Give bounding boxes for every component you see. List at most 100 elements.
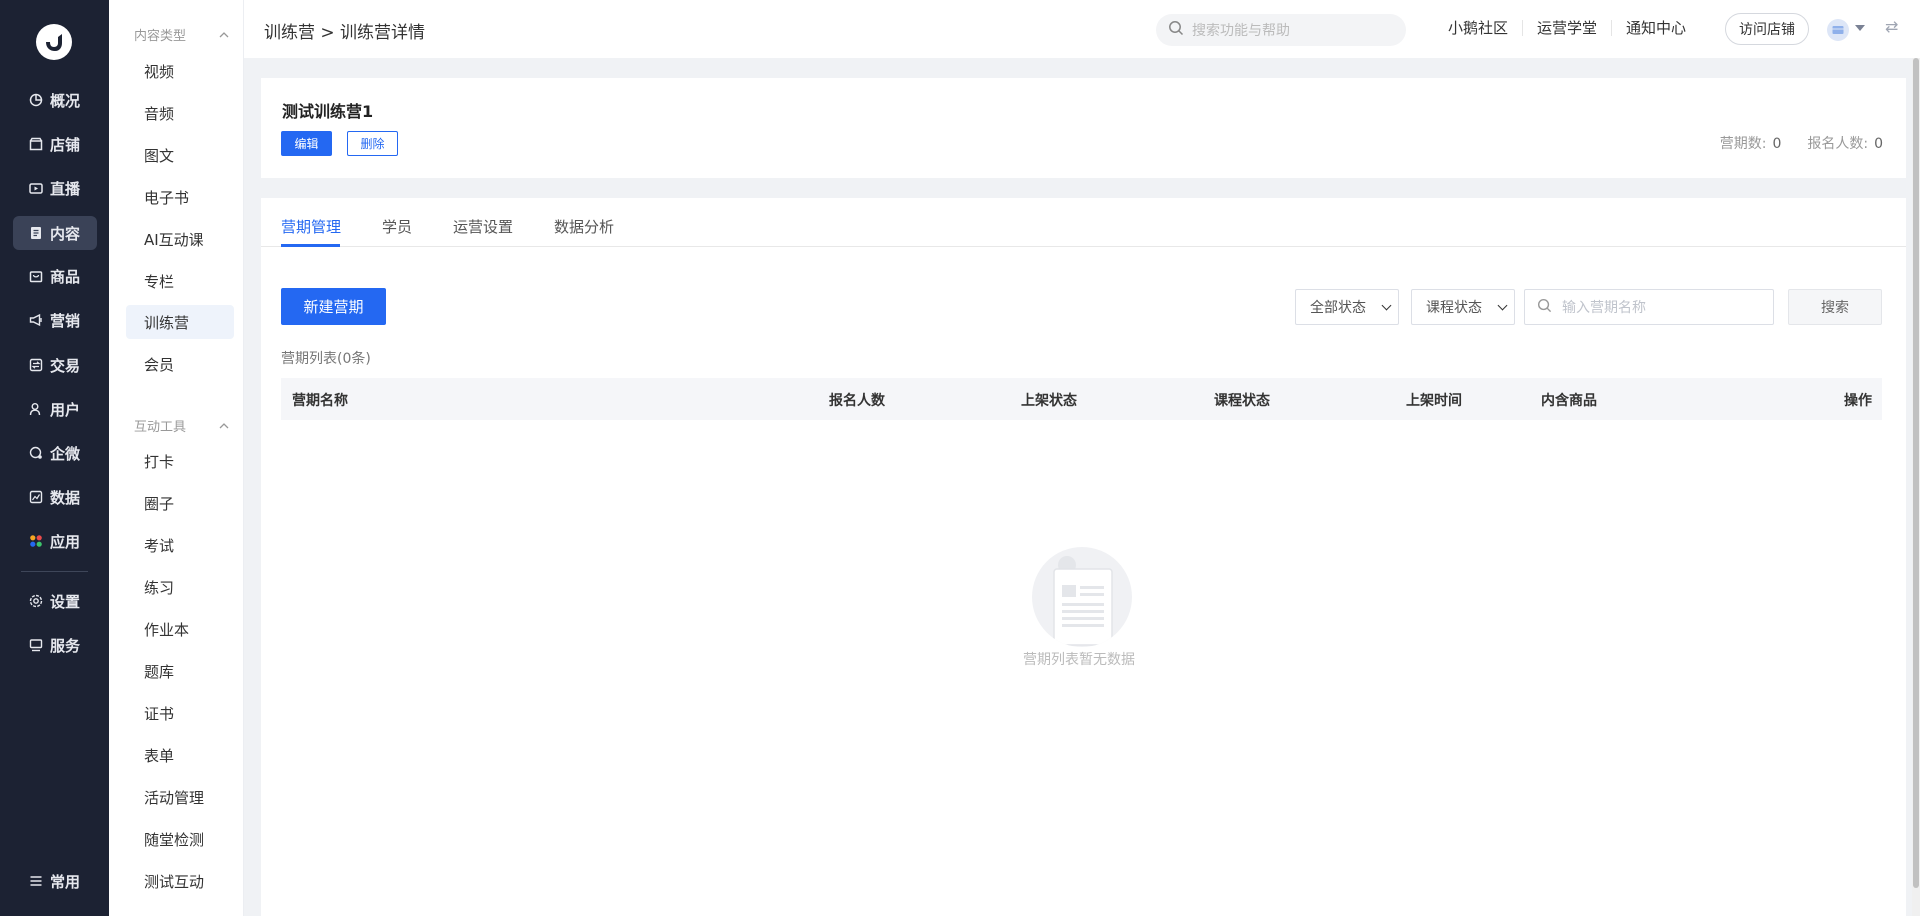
nav-item-settings[interactable]: 设置 [13,584,97,618]
nav-divider [21,571,88,572]
search-icon [1168,20,1184,40]
edit-button[interactable]: 编辑 [281,131,332,156]
column-header-course-status: 课程状态 [1214,393,1270,409]
tab-data-analysis[interactable]: 数据分析 [554,216,614,237]
nav-item-trade[interactable]: 交易 [13,348,97,382]
sidebar-item-checkin[interactable]: 打卡 [126,444,234,478]
sidebar-item-label: AI互动课 [144,230,204,249]
sidebar-item-activity[interactable]: 活动管理 [126,780,234,814]
periods-stat: 营期数: 0 [1720,133,1782,153]
avatar[interactable] [1827,19,1849,41]
nav-item-label: 用户 [50,400,81,419]
nav-item-apps[interactable]: 应用 [13,524,97,558]
header-links: 小鹅社区 运营学堂 通知中心 [1434,20,1700,36]
sidebar-item-label: 图文 [144,146,175,165]
sidebar-item-exam[interactable]: 考试 [126,528,234,562]
nav-item-overview[interactable]: 概况 [13,83,97,117]
switch-icon[interactable]: ⇄ [1885,17,1898,36]
sidebar-group-title: 互动工具 [134,420,187,435]
document-icon [28,225,44,241]
sidebar-item-question-bank[interactable]: 题库 [126,654,234,688]
sidebar-item-label: 音频 [144,104,175,123]
tab-operation-settings[interactable]: 运营设置 [453,216,513,237]
sidebar-item-label: 会员 [144,355,175,374]
sidebar-group-interactive-tools[interactable]: 互动工具 [134,416,229,435]
nav-item-label: 店铺 [50,135,81,154]
nav-item-marketing[interactable]: 营销 [13,303,97,337]
camp-title: 测试训练营1 [282,102,374,121]
nav-item-label: 概况 [50,91,81,110]
scrollbar-thumb[interactable] [1913,58,1919,888]
period-search-input[interactable]: 输入营期名称 [1524,289,1774,325]
column-header-signups: 报名人数 [829,393,885,409]
header-link-notifications[interactable]: 通知中心 [1612,20,1700,36]
sidebar-item-audio[interactable]: 音频 [126,96,234,130]
tab-active-indicator [281,244,340,247]
sidebar-item-practice[interactable]: 练习 [126,570,234,604]
sidebar-item-circle[interactable]: 圈子 [126,486,234,520]
megaphone-icon [28,312,44,328]
empty-state-icon [1032,547,1132,647]
periods-value: 0 [1772,136,1782,152]
trade-icon [28,357,44,373]
search-icon [1537,298,1552,317]
nav-item-content[interactable]: 内容 [13,216,97,250]
tab-students[interactable]: 学员 [382,216,412,237]
sidebar-item-label: 作业本 [144,620,190,639]
nav-item-label: 商品 [50,267,81,286]
visit-store-button[interactable]: 访问店铺 [1725,13,1809,45]
sidebar-group-content-types[interactable]: 内容类型 [134,25,229,44]
sidebar-item-label: 考试 [144,536,175,555]
nav-item-label: 交易 [50,356,81,375]
sidebar-item-label: 活动管理 [144,788,205,807]
sidebar-item-test-interactive[interactable]: 测试互动 [126,864,234,898]
nav-item-wecom[interactable]: 企微 [13,436,97,470]
nav-item-label: 设置 [50,592,81,611]
sidebar-item-label: 测试互动 [144,872,205,891]
sidebar-item-ai-course[interactable]: AI互动课 [126,222,234,256]
sidebar-item-camp[interactable]: 训练营 [126,305,234,339]
nav-common-label: 常用 [50,872,81,891]
column-header-actions: 操作 [1844,393,1872,409]
nav-item-label: 直播 [50,179,81,198]
header-link-community[interactable]: 小鹅社区 [1434,20,1524,36]
sidebar-item-label: 练习 [144,578,175,597]
global-search-input[interactable]: 搜索功能与帮助 [1156,14,1406,46]
sidebar-item-member[interactable]: 会员 [126,347,234,381]
sidebar-item-label: 视频 [144,62,175,81]
nav-item-label: 数据 [50,488,81,507]
breadcrumb[interactable]: 训练营 > 训练营详情 [264,18,425,43]
tab-period-management[interactable]: 营期管理 [281,216,341,237]
search-button[interactable]: 搜索 [1788,289,1882,325]
sidebar-item-homework[interactable]: 作业本 [126,612,234,646]
signups-stat: 报名人数: 0 [1807,133,1883,153]
sidebar-item-quiz[interactable]: 随堂检测 [126,822,234,856]
course-status-select[interactable]: 课程状态 [1411,289,1515,325]
new-period-button[interactable]: 新建营期 [281,288,386,325]
nav-item-service[interactable]: 服务 [13,628,97,662]
nav-item-user[interactable]: 用户 [13,392,97,426]
sidebar-item-label: 专栏 [144,272,175,291]
sidebar-item-article[interactable]: 图文 [126,138,234,172]
app-logo[interactable] [36,24,72,60]
sidebar-item-video[interactable]: 视频 [126,54,234,88]
nav-item-data[interactable]: 数据 [13,480,97,514]
sidebar-item-form[interactable]: 表单 [126,738,234,772]
sidebar-item-ebook[interactable]: 电子书 [126,180,234,214]
delete-button[interactable]: 删除 [347,131,398,156]
caret-down-icon[interactable] [1855,25,1865,31]
nav-item-store[interactable]: 店铺 [13,127,97,161]
column-header-listing-time: 上架时间 [1406,393,1462,409]
store-icon [28,136,44,152]
period-management-card: 营期管理 学员 运营设置 数据分析 新建营期 全部状态 课程状态 输入营期名称 … [261,198,1906,916]
nav-common[interactable]: 常用 [13,864,97,898]
sidebar-item-column[interactable]: 专栏 [126,264,234,298]
apps-icon [28,533,44,549]
nav-item-goods[interactable]: 商品 [13,259,97,293]
header-link-academy[interactable]: 运营学堂 [1523,20,1613,36]
nav-item-label: 应用 [50,532,81,551]
nav-item-live[interactable]: 直播 [13,171,97,205]
nav-item-label: 企微 [50,444,81,463]
sidebar-item-certificate[interactable]: 证书 [126,696,234,730]
status-select[interactable]: 全部状态 [1295,289,1399,325]
